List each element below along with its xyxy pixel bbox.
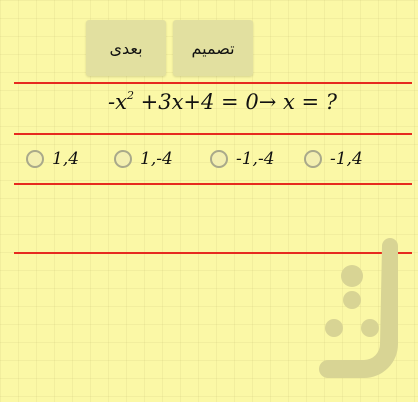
option-2-label: 1,-4 — [140, 149, 173, 169]
answer-options: 1,4 1,-4 -1,-4 -1,4 — [0, 146, 418, 172]
radio-button-4[interactable] — [304, 150, 322, 168]
divider-lower — [14, 183, 412, 185]
equation-rhs: x = ? — [276, 90, 338, 114]
equation-arrow: → — [258, 90, 277, 114]
radio-button-1[interactable] — [26, 150, 44, 168]
equation-exponent: 2 — [126, 89, 134, 102]
option-1[interactable]: 1,4 — [26, 146, 79, 172]
option-4-label: -1,4 — [330, 149, 363, 169]
option-3[interactable]: -1,-4 — [210, 146, 275, 172]
option-2[interactable]: 1,-4 — [114, 146, 173, 172]
radio-button-3[interactable] — [210, 150, 228, 168]
divider-middle — [14, 133, 412, 135]
decide-button[interactable]: تصمیم — [173, 20, 253, 76]
option-3-label: -1,-4 — [236, 149, 275, 169]
equation-lhs-a: -x — [108, 90, 127, 114]
option-1-label: 1,4 — [52, 149, 80, 169]
next-button[interactable]: بعدی — [86, 20, 166, 76]
bazaar-logo-icon — [319, 238, 398, 378]
radio-button-2[interactable] — [114, 150, 132, 168]
option-4[interactable]: -1,4 — [304, 146, 363, 172]
question-equation: -x2 +3x+4 = 0→ x = ? — [108, 89, 338, 114]
divider-top — [14, 82, 412, 84]
equation-lhs-b: +3x+4 = 0 — [133, 90, 259, 114]
